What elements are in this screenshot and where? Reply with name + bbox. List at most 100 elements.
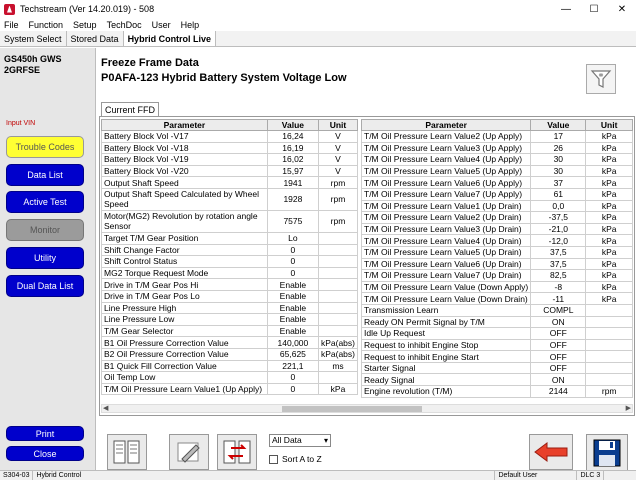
table-row[interactable]: Shift Control Status 0 [101,255,359,268]
freeze-frame-icon[interactable] [586,64,616,94]
menu-user[interactable]: User [152,20,171,30]
close-window-button[interactable]: ✕ [608,0,636,18]
report-button[interactable] [107,434,147,470]
table-row[interactable]: T/M Oil Pressure Learn Value2 (Up Apply)… [360,130,633,143]
save-button[interactable] [586,434,628,472]
table-row[interactable]: B1 Oil Pressure Correction Value 140,000 k… [101,336,359,349]
table-row[interactable]: T/M Oil Pressure Learn Value7 (Up Apply)… [360,187,633,201]
column-header-value[interactable]: Value [266,119,319,131]
column-header-parameter[interactable]: Parameter [101,119,268,131]
print-button[interactable]: Print [6,426,84,441]
maximize-button[interactable]: ☐ [580,0,608,18]
table-row[interactable]: T/M Oil Pressure Learn Value1 (Up Drain)… [360,199,633,213]
cell-unit [585,361,633,375]
table-row[interactable]: Drive in T/M Gear Pos Lo Enable [101,289,359,303]
table-row[interactable]: Request to inhibit Engine Stop OFF [360,338,633,352]
table-row[interactable]: Idle Up Request OFF [360,327,633,340]
table-row[interactable]: T/M Oil Pressure Learn Value6 (Up Apply)… [360,176,633,189]
column-header-parameter[interactable]: Parameter [360,119,532,131]
table-row[interactable]: Output Shaft Speed Calculated by Wheel S… [101,187,359,211]
cell-unit [317,255,359,268]
back-button[interactable] [529,434,573,470]
minimize-button[interactable]: — [552,0,580,18]
cell-parameter: Starter Signal [360,361,532,375]
table-row[interactable]: Battery Block Vol -V18 16,19 V [101,141,359,155]
menu-file[interactable]: File [4,20,19,30]
cell-parameter: T/M Oil Pressure Learn Value (Down Apply… [360,280,532,294]
cell-parameter: Battery Block Vol -V18 [101,141,268,155]
cell-unit: kPa [585,245,633,259]
table-row[interactable]: T/M Oil Pressure Learn Value4 (Up Drain)… [360,234,633,247]
cell-parameter: T/M Oil Pressure Learn Value5 (Up Apply) [360,164,532,178]
sort-checkbox[interactable]: Sort A to Z [269,454,322,464]
table-row[interactable]: T/M Oil Pressure Learn Value (Down Drain… [360,292,633,305]
tab-hybrid-control-live[interactable]: Hybrid Control Live [123,31,217,46]
window-title: Techstream (Ver 14.20.019) - 508 [20,4,155,14]
table-row[interactable]: T/M Oil Pressure Learn Value7 (Up Drain)… [360,269,633,282]
cell-unit: rpm [317,209,359,233]
table-row[interactable]: T/M Oil Pressure Learn Value5 (Up Apply)… [360,164,633,178]
menu-techdoc[interactable]: TechDoc [107,20,142,30]
input-vin-link[interactable]: Input VIN [6,120,35,127]
table-row[interactable]: T/M Oil Pressure Learn Value4 (Up Apply)… [360,153,633,166]
active-test-button[interactable]: Active Test [6,191,84,213]
table-row[interactable]: Starter Signal OFF [360,361,633,375]
table-row[interactable]: T/M Gear Selector Enable [101,324,359,338]
sort-checkbox-box[interactable] [269,454,278,464]
table-row[interactable]: Motor(MG2) Revolution by rotation angle … [101,209,359,233]
tab-stored-data[interactable]: Stored Data [67,31,124,46]
table-row[interactable]: B1 Quick Fill Correction Value 221,1 ms [101,359,359,373]
table-row[interactable]: Output Shaft Speed 1941 rpm [101,176,359,189]
table-row[interactable]: T/M Oil Pressure Learn Value2 (Up Drain)… [360,211,633,224]
cell-parameter: T/M Oil Pressure Learn Value7 (Up Drain) [360,269,532,282]
menu-function[interactable]: Function [29,20,64,30]
table-row[interactable]: Line Pressure High Enable [101,301,359,315]
cell-parameter: Idle Up Request [360,327,532,340]
title-bar: Techstream (Ver 14.20.019) - 508 — ☐ ✕ [0,0,636,18]
cell-unit [585,315,633,329]
table-row[interactable]: T/M Oil Pressure Learn Value3 (Up Drain)… [360,222,633,236]
data-list-button[interactable]: Data List [6,164,84,186]
table-row[interactable]: B2 Oil Pressure Correction Value 65,625 kP… [101,347,359,361]
monitor-button[interactable]: Monitor [6,219,84,241]
tab-system-select[interactable]: System Select [0,31,67,46]
table-row[interactable]: Drive in T/M Gear Pos Hi Enable [101,278,359,291]
cell-value: Enable [266,324,319,338]
close-button[interactable]: Close [6,446,84,461]
table-row[interactable]: T/M Oil Pressure Learn Value3 (Up Apply)… [360,141,633,155]
dual-data-list-button[interactable]: Dual Data List [6,275,84,297]
table-row[interactable]: Battery Block Vol -V19 16,02 V [101,153,359,166]
cell-parameter: Request to inhibit Engine Stop [360,338,532,352]
report-icon [113,440,140,464]
table-row[interactable]: T/M Oil Pressure Learn Value (Down Apply… [360,280,633,294]
table-row[interactable]: MG2 Torque Request Mode 0 [101,266,359,280]
cell-parameter: T/M Oil Pressure Learn Value6 (Up Apply) [360,176,532,189]
table-row[interactable]: T/M Oil Pressure Learn Value5 (Up Drain)… [360,245,633,259]
table-row[interactable]: Request to inhibit Engine Start OFF [360,350,633,363]
table-row[interactable]: Ready ON Permit Signal by T/M ON [360,315,633,329]
trouble-codes-button[interactable]: Trouble Codes [6,136,84,158]
utility-button[interactable]: Utility [6,247,84,269]
swap-button[interactable] [217,434,257,470]
tab-current-ffd[interactable]: Current FFD [101,102,160,117]
table-row[interactable]: Shift Change Factor 0 [101,243,359,257]
table-row[interactable]: Battery Block Vol -V17 16,24 V [101,130,359,143]
table-row[interactable]: Battery Block Vol -V20 15,97 V [101,164,359,178]
edit-button[interactable] [169,434,209,470]
data-filter-select[interactable]: All Data [269,434,331,447]
table-row[interactable]: Target T/M Gear Position Lo [101,231,359,245]
table-row[interactable]: Line Pressure Low Enable [101,313,359,326]
column-header-unit[interactable]: Unit [317,119,359,131]
menu-help[interactable]: Help [181,20,200,30]
cell-unit: V [317,164,359,178]
cell-parameter: Battery Block Vol -V17 [101,130,268,143]
dtc-title: P0AFA-123 Hybrid Battery System Voltage … [101,72,347,84]
cell-value: -11 [530,292,587,305]
window-controls: — ☐ ✕ [552,0,636,18]
menu-setup[interactable]: Setup [73,20,97,30]
column-header-unit[interactable]: Unit [585,119,633,131]
cell-value: 1941 [266,176,319,189]
table-row[interactable]: Transmission Learn COMPL [360,303,633,317]
table-row[interactable]: T/M Oil Pressure Learn Value6 (Up Drain)… [360,257,633,271]
column-header-value[interactable]: Value [530,119,587,131]
